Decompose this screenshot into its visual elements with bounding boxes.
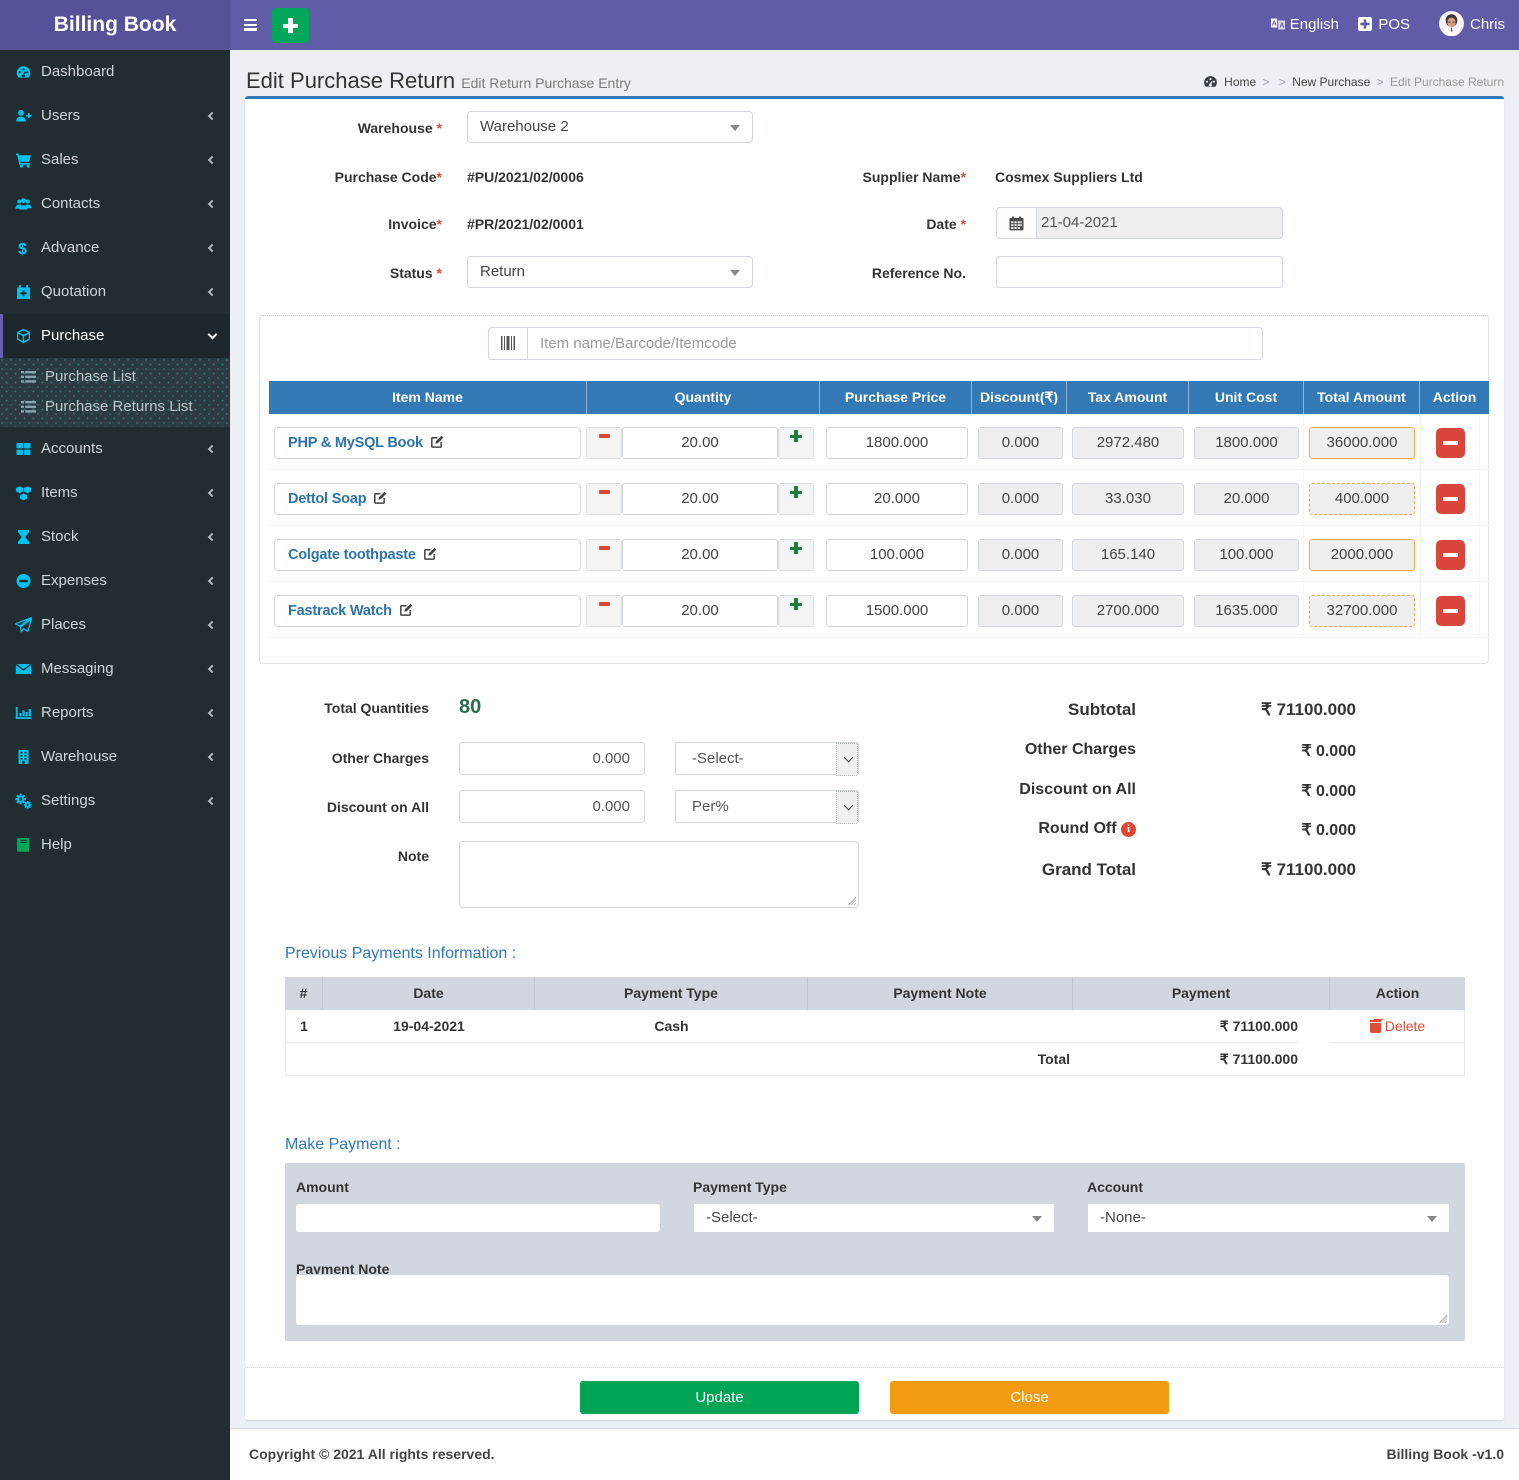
svg-text:A: A [1272, 21, 1277, 28]
svg-text:$: $ [18, 241, 27, 257]
svg-text:A: A [1279, 23, 1284, 30]
